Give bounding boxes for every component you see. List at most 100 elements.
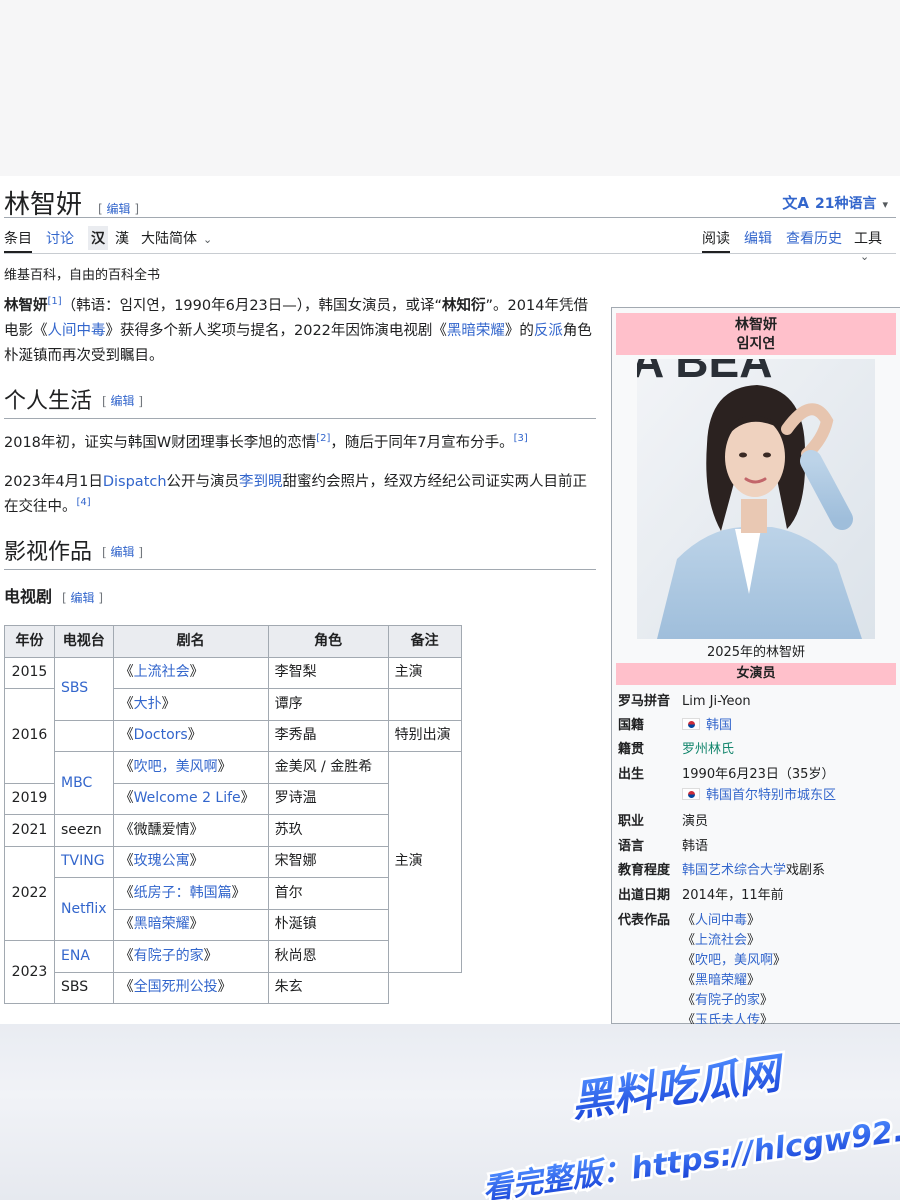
variant-traditional[interactable]: 漢 <box>112 226 132 250</box>
link-film[interactable]: 人间中毒 <box>48 323 106 339</box>
link-actor[interactable]: 李到晛 <box>239 474 283 490</box>
link-villain[interactable]: 反派 <box>534 323 563 339</box>
link-work[interactable]: 黑暗荣耀 <box>695 973 747 988</box>
site-tagline: 维基百科，自由的百科全书 <box>4 268 161 283</box>
wiki-page: 林智妍 [ 编辑 ] 文A 21种语言 ▾ 条目 讨论 汉 漢 大陆简体 ⌄ 阅读 编… <box>0 176 900 1024</box>
section-edit-link[interactable]: [ 编辑 ] <box>62 591 103 605</box>
watermark-banner: 黑料吃瓜网 看完整版：https://hlcgw92.com <box>0 1024 900 1200</box>
link-show[interactable]: 有院子的家 <box>134 948 204 964</box>
tab-read[interactable]: 阅读 <box>702 228 730 253</box>
tab-talk[interactable]: 讨论 <box>46 228 74 248</box>
portrait-image: A BEA <box>637 359 875 639</box>
translate-icon: 文A <box>782 194 809 212</box>
watermark-prompt: 看完整版：https://hlcgw92.com <box>481 1104 900 1200</box>
citation-2[interactable]: [2] <box>316 433 330 444</box>
infobox-row-education: 教育程度 韩国艺术综合大学戏剧系 <box>618 863 826 878</box>
korea-flag-icon <box>682 718 700 730</box>
link-show[interactable]: 黑暗荣耀 <box>134 916 190 932</box>
infobox-rows: 罗马拼音 Lim Ji-Yeon 国籍 韩国 籍贯 罗州林氏 出生 1990年6… <box>612 689 900 1024</box>
region-variant-dropdown[interactable]: 大陆简体 ⌄ <box>141 228 212 248</box>
link-station[interactable]: ENA <box>61 948 90 964</box>
link-school[interactable]: 韩国艺术综合大学 <box>682 863 786 878</box>
section-edit-link[interactable]: [ 编辑 ] <box>102 394 143 408</box>
citation-1[interactable]: [1] <box>48 296 62 307</box>
link-show[interactable]: 大扑 <box>134 696 162 712</box>
infobox-row-born: 出生 1990年6月23日（35岁） 韩国首尔特别市城东区 <box>618 767 837 803</box>
column-header: 电视台 <box>54 625 114 658</box>
tools-dropdown[interactable]: 工具⌄ <box>854 228 896 264</box>
link-work[interactable]: 上流社会 <box>695 933 747 948</box>
link-dispatch[interactable]: Dispatch <box>103 474 167 490</box>
top-blank-area <box>0 0 900 176</box>
section-heading-works: 影视作品[ 编辑 ] <box>4 540 596 570</box>
citation-4[interactable]: [4] <box>77 497 91 508</box>
korea-flag-icon <box>682 788 700 800</box>
citation-3[interactable]: [3] <box>514 433 528 444</box>
table-row: MBC 《吹吧，美风啊》 金美风 / 金胜希 主演 <box>5 751 462 973</box>
chevron-down-icon: ▾ <box>882 198 888 211</box>
link-show[interactable]: 纸房子：韩国篇 <box>134 885 232 901</box>
link-work[interactable]: 人间中毒 <box>695 913 747 928</box>
column-header: 备注 <box>387 625 462 658</box>
link-show[interactable]: 全国死刑公投 <box>134 979 218 995</box>
infobox-photo[interactable]: A BEA <box>637 359 875 639</box>
watermark-graphic: 黑料吃瓜网 看完整版：https://hlcgw92.com <box>478 1045 900 1200</box>
table-header-row: 年份 电视台 剧名 角色 备注 <box>4 625 462 658</box>
link-drama[interactable]: 黑暗荣耀 <box>447 323 505 339</box>
infobox-row-language: 语言 韩语 <box>618 839 709 854</box>
lead-paragraph: 林智妍[1]（韩语：임지연，1990年6月23日—），韩国女演员，或译“林知衍”… <box>4 296 592 364</box>
tv-drama-table: 年份 电视台 剧名 角色 备注 2015 SBS 《上流社会》 李智梨 主演 2… <box>4 625 462 1004</box>
link-station[interactable]: Netflix <box>61 901 107 917</box>
infobox-row-debut: 出道日期 2014年，11年前 <box>618 888 784 903</box>
link-show[interactable]: Welcome 2 Life <box>134 790 241 806</box>
tab-article[interactable]: 条目 <box>4 228 32 253</box>
variant-simplified[interactable]: 汉 <box>88 226 108 250</box>
link-origin[interactable]: 罗州林氏 <box>682 742 734 757</box>
link-work[interactable]: 吹吧，美风啊 <box>695 953 773 968</box>
link-show[interactable]: 玫瑰公寓 <box>134 853 190 869</box>
personal-paragraph-1: 2018年初，证实与韩国W财团理事长李旭的恋情[2]，随后于同年7月宣布分手。[… <box>4 433 528 451</box>
tabs-row: 条目 讨论 汉 漢 大陆简体 ⌄ 阅读 编辑 查看历史 工具⌄ <box>4 226 896 263</box>
infobox-row-romanization: 罗马拼音 Lim Ji-Yeon <box>618 694 751 709</box>
backdrop-text: A BEA <box>637 359 772 387</box>
link-show[interactable]: Doctors <box>134 727 188 743</box>
article-body: 林智妍[1]（韩语：임지연，1990年6月23日—），韩国女演员，或译“林知衍”… <box>4 294 596 1004</box>
watermark-brand: 黑料吃瓜网 <box>568 1048 789 1127</box>
link-work[interactable]: 有院子的家 <box>695 993 760 1008</box>
link-nationality[interactable]: 韩国 <box>706 718 732 733</box>
link-station[interactable]: SBS <box>61 680 88 696</box>
table-row: 2015 SBS 《上流社会》 李智梨 主演 <box>4 656 462 721</box>
column-header: 年份 <box>4 625 55 658</box>
title-row: 林智妍 [ 编辑 ] 文A 21种语言 ▾ <box>4 182 896 220</box>
link-show[interactable]: 上流社会 <box>134 664 190 680</box>
table-row: 《Doctors》 李秀晶 特别出演 <box>5 719 462 752</box>
link-station[interactable]: TVING <box>61 853 105 869</box>
tab-edit[interactable]: 编辑 <box>744 228 772 248</box>
column-header: 剧名 <box>112 625 269 658</box>
chevron-down-icon: ⌄ <box>860 250 870 263</box>
tab-history[interactable]: 查看历史 <box>786 228 842 248</box>
title-edit-link[interactable]: [ 编辑 ] <box>98 200 139 217</box>
subsection-heading-tv: 电视剧[ 编辑 ] <box>4 587 104 606</box>
infobox-row-occupation: 职业 演员 <box>618 814 709 829</box>
chevron-down-icon: ⌄ <box>203 233 213 246</box>
column-header: 角色 <box>267 625 389 658</box>
infobox-row-origin: 籍贯 罗州林氏 <box>618 742 735 757</box>
infobox-occupation-header: 女演员 <box>616 663 896 685</box>
page-title: 林智妍 <box>4 190 83 220</box>
personal-paragraph-2: 2023年4月1日Dispatch公开与演员李到晛甜蜜约会照片，经双方经纪公司证… <box>4 474 588 515</box>
variant-switcher: 汉 漢 <box>88 226 132 250</box>
infobox-row-nationality: 国籍 韩国 <box>618 718 733 733</box>
table-row: SBS 《全国死刑公投》 朱玄 <box>5 971 462 1004</box>
infobox-row-works: 代表作品 《人间中毒》 《上流社会》 《吹吧，美风啊》 《黑暗荣耀》 《有院子的… <box>612 908 900 1024</box>
infobox-caption: 2025年的林智妍 <box>706 645 806 660</box>
infobox: 林智妍 임지연 A BEA 2025年的林智妍 女演员 罗马拼音 Lim Ji-… <box>611 307 900 1024</box>
section-edit-link[interactable]: [ 编辑 ] <box>102 545 143 559</box>
language-button[interactable]: 文A 21种语言 ▾ <box>782 192 888 213</box>
section-heading-personal: 个人生活[ 编辑 ] <box>4 389 596 419</box>
link-work[interactable]: 玉氏夫人传 <box>695 1013 760 1024</box>
link-show[interactable]: 吹吧，美风啊 <box>134 759 218 775</box>
link-station[interactable]: MBC <box>61 775 92 791</box>
infobox-title: 林智妍 임지연 <box>616 313 896 355</box>
link-birthplace[interactable]: 韩国首尔特别市城东区 <box>706 788 836 803</box>
